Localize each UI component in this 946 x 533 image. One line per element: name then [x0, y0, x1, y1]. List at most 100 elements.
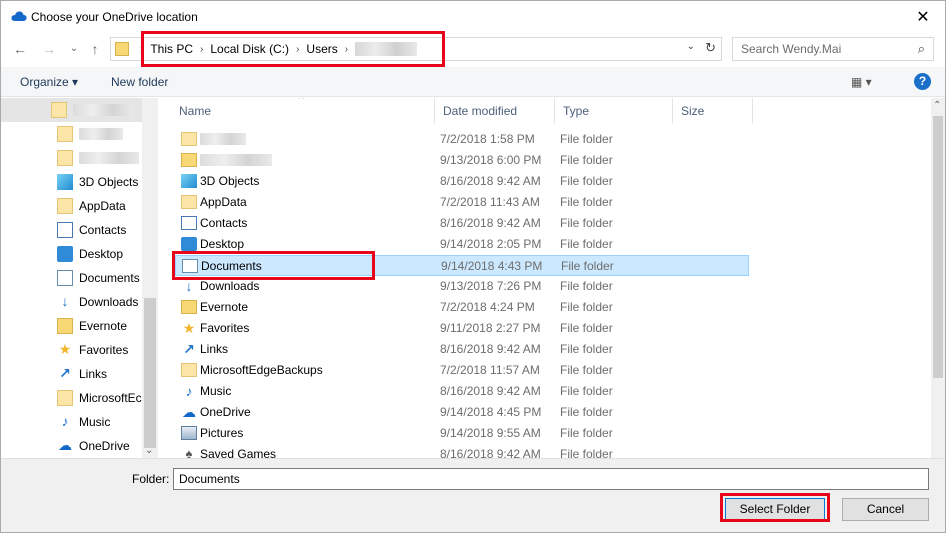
table-row[interactable]: ♠ Saved Games 8/16/2018 9:42 AM File fol… [175, 444, 749, 459]
help-icon[interactable]: ? [914, 73, 931, 90]
file-date: 7/2/2018 11:43 AM [440, 195, 540, 209]
pictures-icon [181, 426, 197, 440]
file-type: File folder [560, 216, 613, 230]
file-type: File folder [560, 426, 613, 440]
sidebar-scrollbar[interactable]: ⌄ [142, 98, 158, 458]
forward-arrow-icon[interactable]: → [40, 39, 58, 59]
file-name: Favorites [200, 321, 250, 335]
file-date: 9/14/2018 4:45 PM [440, 405, 542, 419]
folder-icon [57, 318, 73, 334]
file-date: 9/14/2018 9:55 AM [440, 426, 541, 440]
sidebar-item-label: Links [79, 367, 108, 381]
table-row[interactable]: Evernote 7/2/2018 4:24 PM File folder [175, 297, 749, 318]
file-type: File folder [560, 153, 613, 167]
recent-locations-icon[interactable]: ⌄ [65, 39, 83, 59]
sidebar-item-documents[interactable]: Documents [57, 267, 140, 289]
column-header-type[interactable]: Type [555, 98, 673, 124]
sidebar-item-blurred-2[interactable] [57, 147, 139, 169]
desktop-icon [57, 246, 73, 262]
sidebar-item-label: Music [79, 415, 111, 429]
table-row[interactable]: Contacts 8/16/2018 9:42 AM File folder [175, 213, 749, 234]
sidebar-item-favorites[interactable]: ★ Favorites [57, 339, 129, 361]
file-date: 7/2/2018 1:58 PM [440, 132, 535, 146]
file-list-scrollbar[interactable]: ⌃ [931, 98, 945, 458]
sidebar-item-label: Downloads [79, 295, 139, 309]
column-header-name[interactable]: Name ^ [171, 98, 435, 124]
blurred-filename [200, 154, 272, 166]
blurred-filename [200, 133, 246, 145]
file-name: MicrosoftEdgeBackups [200, 363, 323, 377]
column-header-date[interactable]: Date modified [435, 98, 555, 124]
folder-label: Folder: [132, 472, 170, 486]
sidebar-item-contacts[interactable]: Contacts [57, 219, 126, 241]
file-name: Desktop [200, 237, 245, 251]
table-row[interactable]: Pictures 9/14/2018 9:55 AM File folder [175, 423, 749, 444]
file-type: File folder [560, 447, 613, 458]
scrollbar-thumb[interactable] [144, 298, 156, 448]
sidebar-item-desktop[interactable]: Desktop [57, 243, 123, 265]
table-row[interactable]: 3D Objects 8/16/2018 9:42 AM File folder [175, 171, 749, 192]
table-row[interactable]: AppData 7/2/2018 11:43 AM File folder [175, 192, 749, 213]
downloads-icon: ↓ [61, 293, 69, 309]
file-type: File folder [560, 321, 613, 335]
sidebar-item-user-blurred[interactable] [51, 99, 133, 121]
sidebar-item-evernote[interactable]: Evernote [57, 315, 127, 337]
file-name: Music [200, 384, 232, 398]
blurred-label [79, 152, 139, 164]
sidebar-item-links[interactable]: ↗ Links [57, 363, 107, 385]
sidebar-item-music[interactable]: ♪ Music [57, 411, 111, 433]
title-bar: Choose your OneDrive location ✕ [1, 1, 945, 32]
table-row[interactable]: ☁ OneDrive 9/14/2018 4:45 PM File folder [175, 402, 749, 423]
music-icon: ♪ [61, 413, 69, 429]
sidebar-item-microsoftedge[interactable]: MicrosoftEc [57, 387, 142, 409]
sidebar-item-blurred-1[interactable] [57, 123, 123, 145]
file-date: 8/16/2018 9:42 AM [440, 447, 541, 458]
view-options-icon[interactable]: ▦ ▾ [851, 75, 872, 89]
sidebar-item-downloads[interactable]: ↓ Downloads [57, 291, 139, 313]
contacts-icon [181, 216, 197, 230]
scroll-down-icon[interactable]: ⌄ [145, 445, 153, 456]
sidebar-item-onedrive[interactable]: ☁ OneDrive [57, 435, 130, 457]
file-name: 3D Objects [200, 174, 260, 188]
organize-button[interactable]: Organize ▾ [20, 75, 78, 89]
folder-name-input[interactable]: Documents [173, 468, 929, 490]
folder-icon [181, 363, 197, 377]
file-date: 7/2/2018 11:57 AM [440, 363, 540, 377]
column-header-size[interactable]: Size [673, 98, 753, 124]
up-arrow-icon[interactable]: ↑ [86, 39, 104, 59]
file-name: Contacts [200, 216, 248, 230]
sort-ascending-icon: ^ [299, 98, 304, 105]
sidebar-item-3d-objects[interactable]: 3D Objects [57, 171, 138, 193]
address-dropdown-icon[interactable]: ⌄ [687, 41, 695, 52]
table-row[interactable]: 9/13/2018 6:00 PM File folder [175, 150, 749, 171]
table-row[interactable]: ♪ Music 8/16/2018 9:42 AM File folder [175, 381, 749, 402]
file-date: 7/2/2018 4:24 PM [440, 300, 535, 314]
scroll-up-icon[interactable]: ⌃ [933, 100, 941, 111]
scrollbar-thumb[interactable] [933, 116, 943, 378]
refresh-icon[interactable]: ↻ [705, 40, 716, 56]
star-icon: ★ [182, 320, 196, 336]
table-row[interactable]: 7/2/2018 1:58 PM File folder [175, 129, 749, 150]
new-folder-button[interactable]: New folder [111, 75, 168, 89]
sidebar-item-appdata[interactable]: AppData [57, 195, 126, 217]
table-row[interactable]: ↗ Links 8/16/2018 9:42 AM File folder [175, 339, 749, 360]
blurred-label [73, 104, 133, 116]
file-type: File folder [560, 363, 613, 377]
file-name: Evernote [200, 300, 249, 314]
documents-highlight-box [172, 251, 375, 280]
back-arrow-icon[interactable]: ← [11, 39, 29, 59]
folder-icon [57, 198, 73, 214]
table-row[interactable]: MicrosoftEdgeBackups 7/2/2018 11:57 AM F… [175, 360, 749, 381]
cancel-button[interactable]: Cancel [842, 498, 929, 521]
file-type: File folder [560, 300, 613, 314]
table-row[interactable]: ★ Favorites 9/11/2018 2:27 PM File folde… [175, 318, 749, 339]
folder-icon [57, 390, 73, 406]
close-icon[interactable]: ✕ [901, 1, 945, 32]
file-type: File folder [560, 342, 613, 356]
links-icon: ↗ [183, 341, 195, 357]
folder-icon [181, 300, 197, 314]
file-date: 9/13/2018 6:00 PM [440, 153, 542, 167]
file-name: Links [200, 342, 229, 356]
search-input[interactable]: Search Wendy.Mai ⌕ [732, 37, 934, 61]
games-icon: ♠ [185, 446, 193, 459]
